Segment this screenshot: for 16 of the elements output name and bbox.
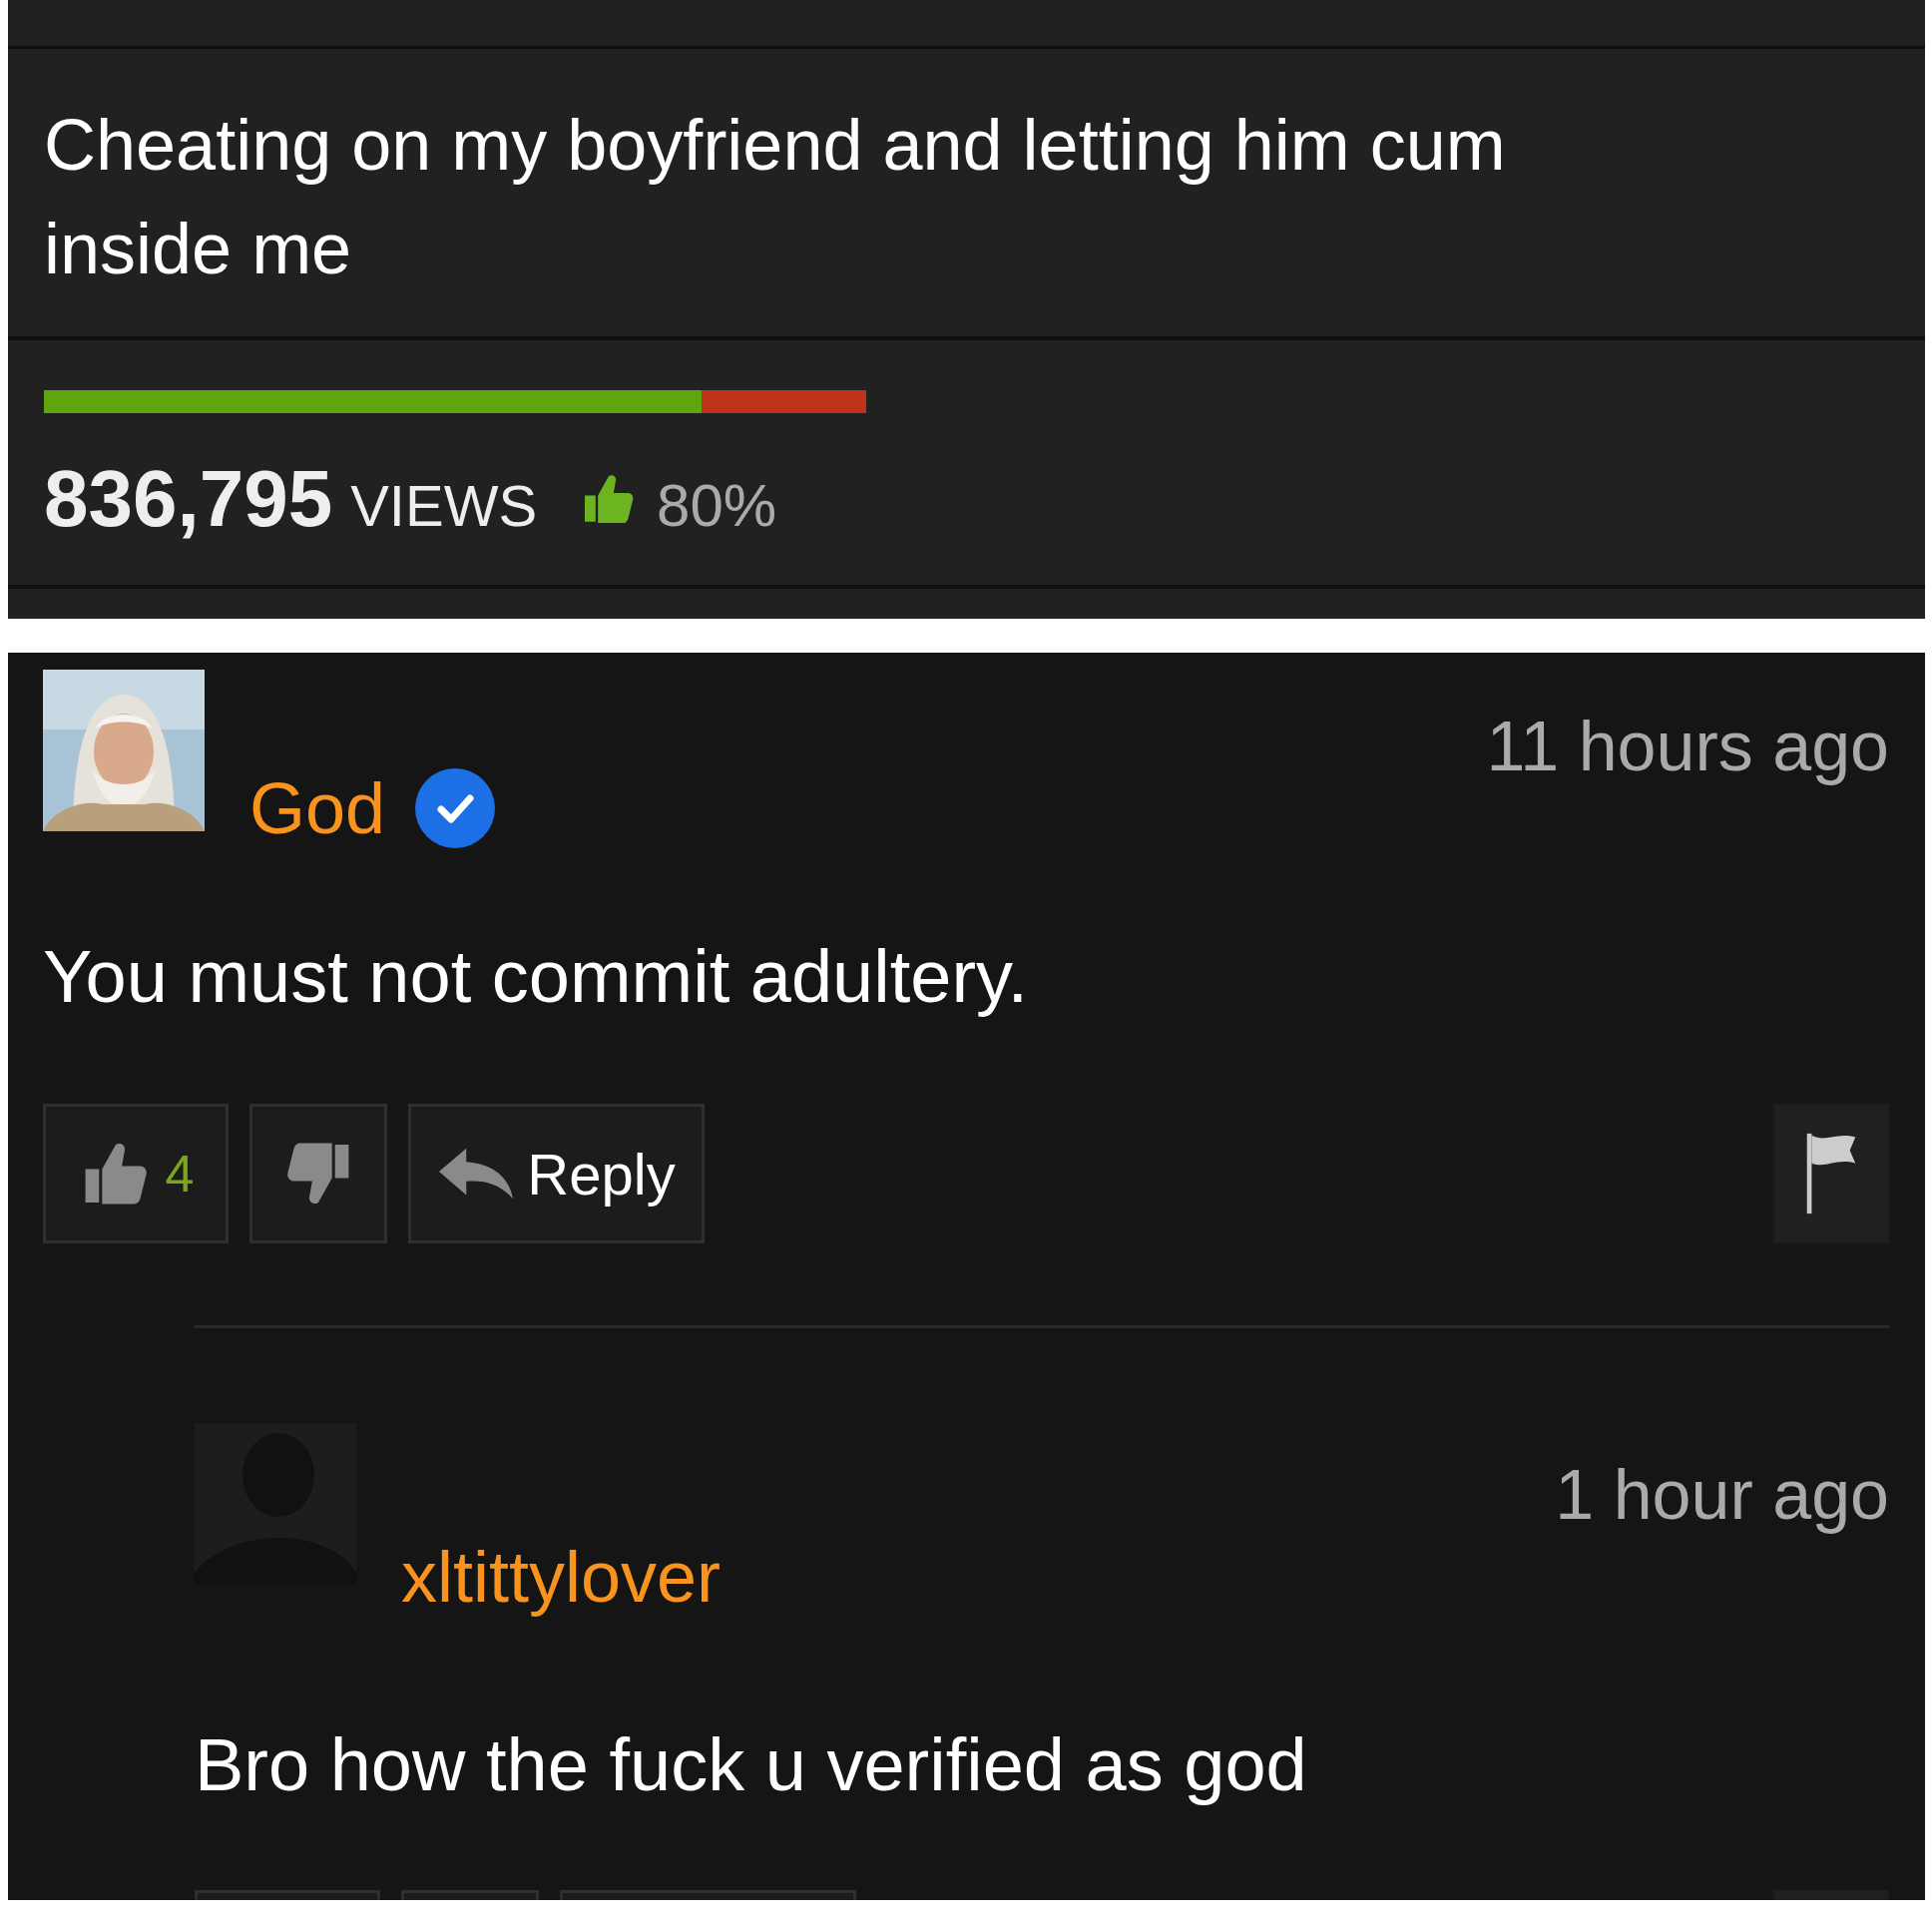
- comment-text: Bro how the fuck u verified as god: [195, 1722, 1308, 1808]
- views-label: VIEWS: [350, 472, 538, 539]
- comment-time: 11 hours ago: [1486, 707, 1889, 787]
- comment-text: You must not commit adultery.: [43, 934, 1030, 1020]
- username[interactable]: xltittylover: [401, 1533, 722, 1621]
- username[interactable]: God: [249, 764, 386, 852]
- flag-button[interactable]: [1773, 1104, 1889, 1243]
- dislike-button[interactable]: [249, 1104, 387, 1243]
- verified-icon: [415, 768, 496, 848]
- approval-percent: 80%: [657, 471, 777, 540]
- comment-time: 1 hour ago: [1555, 1455, 1889, 1536]
- video-title: Cheating on my boyfriend and letting him cum inside me: [8, 49, 1925, 340]
- reply-button[interactable]: Reply: [408, 1104, 705, 1243]
- view-count: 836,795: [44, 453, 333, 545]
- like-button[interactable]: 4: [43, 1104, 229, 1243]
- like-count: 4: [165, 1144, 195, 1204]
